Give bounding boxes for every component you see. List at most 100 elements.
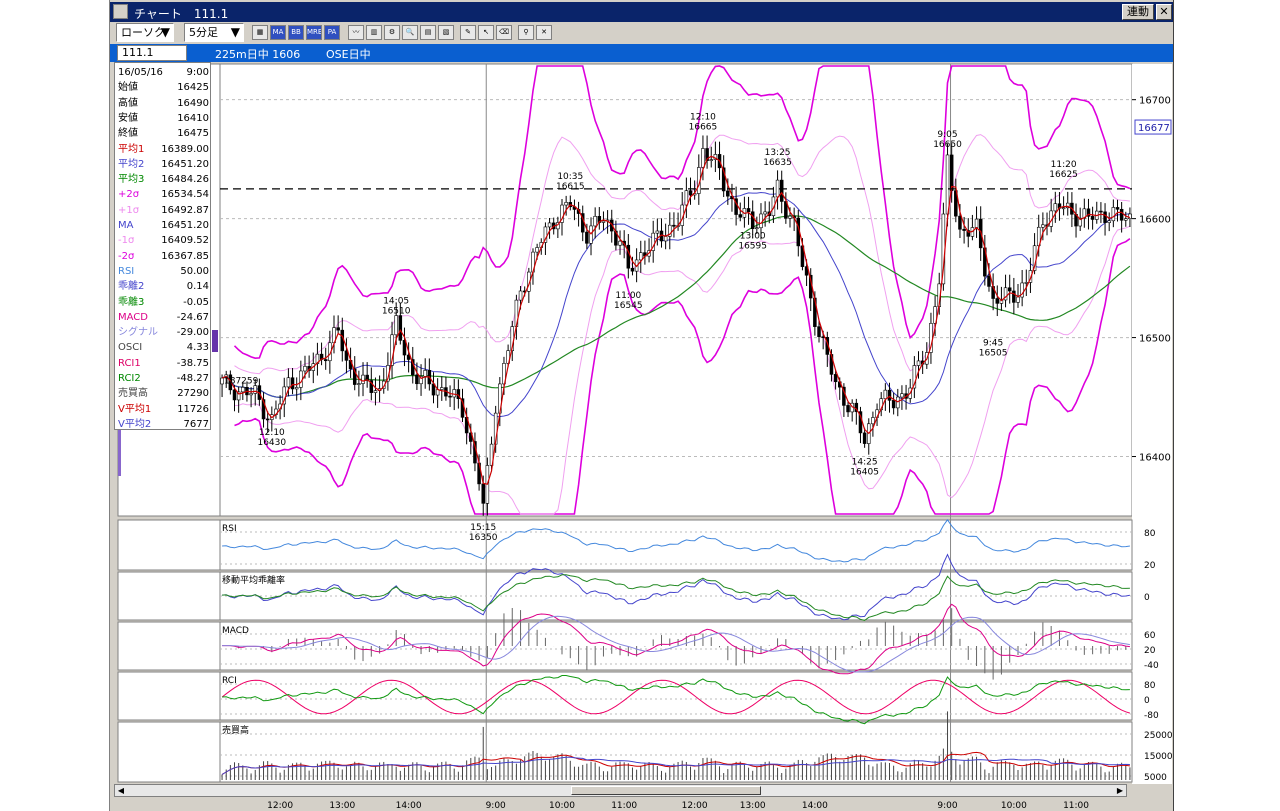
info-key: 平均2 xyxy=(118,158,145,170)
annotation-time: 10:35 xyxy=(557,172,583,182)
candle-body xyxy=(518,290,523,301)
candle-body xyxy=(618,240,622,246)
annotation-time: 15:15 xyxy=(470,523,496,533)
chart-canvas[interactable]: 164001650016600167001667718725912:101643… xyxy=(110,0,1173,811)
price-tick-label: 16600 xyxy=(1139,215,1171,226)
scroll-left-icon[interactable]: ◀ xyxy=(115,785,127,796)
info-row: 平均2 16451.20 xyxy=(118,157,209,172)
candle-body xyxy=(1012,290,1016,303)
candle-body xyxy=(585,231,589,244)
candle-body xyxy=(738,214,743,218)
candle-body xyxy=(1090,216,1095,220)
candle-body xyxy=(1128,213,1132,219)
info-key: 終値 xyxy=(118,128,138,140)
info-value: -0.05 xyxy=(183,296,209,308)
current-bar-marker xyxy=(212,330,218,352)
info-row: 平均1 16389.00 xyxy=(118,142,209,157)
candle-body xyxy=(448,395,452,398)
time-axis-label: 14:00 xyxy=(802,801,828,811)
info-key: MACD xyxy=(118,311,148,323)
candle-body xyxy=(535,247,539,253)
candle-body xyxy=(995,298,1000,304)
price-tick-label: 16500 xyxy=(1139,334,1171,345)
info-value: -48.27 xyxy=(176,373,209,384)
info-key: 乖離3 xyxy=(118,296,145,308)
candle-body xyxy=(249,393,253,396)
candle-body xyxy=(415,374,419,385)
candle-body xyxy=(344,350,349,361)
panel-title: 移動平均乖離率 xyxy=(222,574,285,586)
info-value: 16475 xyxy=(177,128,209,140)
info-value: -24.67 xyxy=(176,311,209,323)
candle-body xyxy=(601,220,606,223)
candle-body xyxy=(871,417,875,425)
panel-tick-label: 0 xyxy=(1144,696,1150,706)
candle-body xyxy=(862,432,867,444)
candle-body xyxy=(357,383,361,385)
candle-body xyxy=(299,370,303,388)
candle-body xyxy=(1007,287,1012,292)
info-row: 売買高 27290 xyxy=(118,386,209,401)
panel-tick-label: 80 xyxy=(1144,681,1156,691)
panel-tick-label: 25000 xyxy=(1144,731,1173,741)
info-key: -1σ xyxy=(118,235,135,247)
info-key: RCI1 xyxy=(118,357,141,369)
annotation-time: 13:25 xyxy=(765,148,791,158)
candle-body xyxy=(763,211,767,215)
candle-body xyxy=(949,154,954,191)
info-row: +1σ 16492.87 xyxy=(118,203,209,218)
info-date-row: 16/05/16 9:00 xyxy=(118,65,209,80)
candle-body xyxy=(987,275,991,287)
info-time: 9:00 xyxy=(186,67,209,78)
horizontal-scrollbar[interactable]: ◀ ▶ xyxy=(114,784,1127,797)
candle-body xyxy=(303,366,307,372)
info-value: 16409.52 xyxy=(161,235,209,247)
info-row: MA 16451.20 xyxy=(118,218,209,233)
candle-body xyxy=(709,159,713,161)
candle-body xyxy=(639,252,643,261)
candle-body xyxy=(481,483,485,504)
info-row: V平均1 11726 xyxy=(118,402,209,417)
info-row: MACD -24.67 xyxy=(118,310,209,325)
time-axis-label: 14:00 xyxy=(396,801,422,811)
panel-tick-label: 15000 xyxy=(1144,752,1173,762)
info-value: 27290 xyxy=(177,388,209,400)
candle-body xyxy=(1124,218,1128,221)
scroll-thumb[interactable] xyxy=(571,786,761,795)
main-panel xyxy=(117,63,1133,517)
candle-body xyxy=(962,228,966,231)
candle-body xyxy=(974,218,979,228)
candle-body xyxy=(1103,211,1107,223)
time-axis-label: 11:00 xyxy=(1063,801,1089,811)
time-axis-label: 9:00 xyxy=(937,801,957,811)
candle-body xyxy=(817,326,821,337)
candle-body xyxy=(833,374,838,383)
info-value: 16451.20 xyxy=(161,220,209,231)
candle-body xyxy=(775,179,780,198)
candle-body xyxy=(323,359,328,362)
panel-tick-label: 80 xyxy=(1144,529,1156,539)
candle-body xyxy=(232,389,237,401)
candle-body xyxy=(394,315,398,336)
indicator-panel xyxy=(117,519,1133,571)
info-key: RSI xyxy=(118,265,135,277)
candle-body xyxy=(916,360,921,366)
candle-body xyxy=(440,387,444,390)
info-key: 売買高 xyxy=(118,388,148,400)
info-row: -1σ 16409.52 xyxy=(118,233,209,248)
info-key: +1σ xyxy=(118,204,140,216)
info-key: OSCI xyxy=(118,342,143,354)
info-row: RCI1 -38.75 xyxy=(118,356,209,371)
candle-body xyxy=(630,267,635,272)
info-row: 乖離3 -0.05 xyxy=(118,295,209,310)
info-value: 16534.54 xyxy=(161,189,209,201)
info-row: OSCI 4.33 xyxy=(118,340,209,355)
info-row: シグナル -29.00 xyxy=(118,325,209,340)
scroll-right-icon[interactable]: ▶ xyxy=(1114,785,1126,796)
annotation-price: 16510 xyxy=(382,307,411,317)
info-row: 始値 16425 xyxy=(118,80,209,95)
candle-body xyxy=(373,390,378,393)
annotation-time: 9:05 xyxy=(937,130,957,140)
panel-title: RSI xyxy=(222,524,237,534)
price-axis-area xyxy=(1132,64,1172,784)
